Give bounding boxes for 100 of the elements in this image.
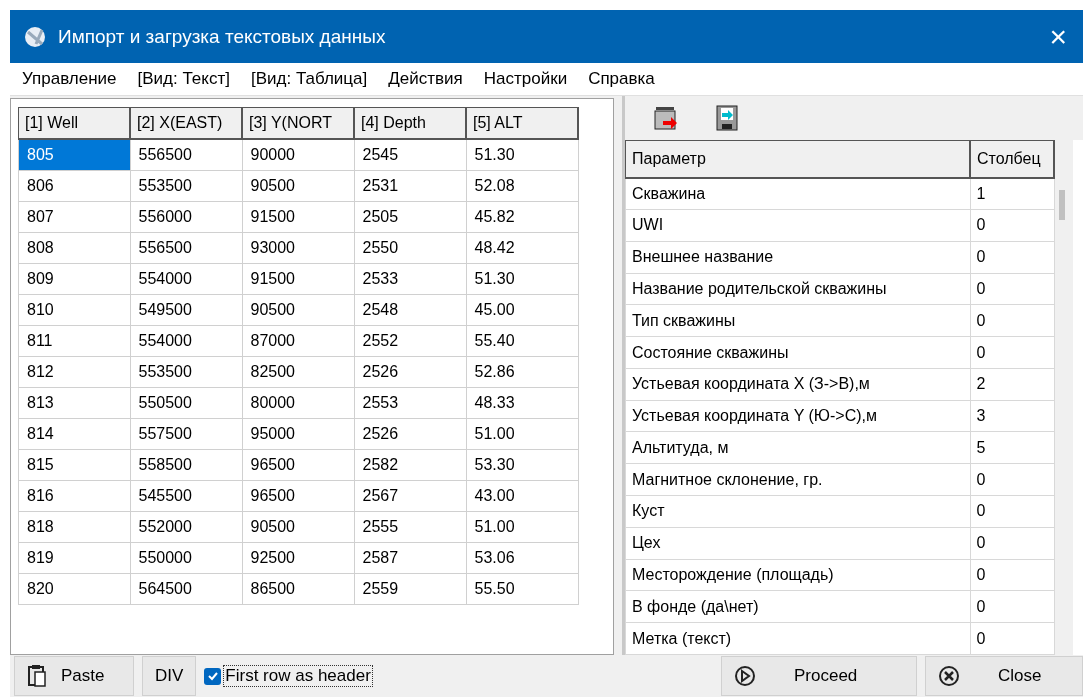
paste-button[interactable]: Paste — [14, 656, 134, 696]
table-cell: 96500 — [242, 480, 354, 512]
column-header[interactable]: [5] ALT — [466, 107, 578, 139]
table-cell: 2526 — [354, 418, 466, 450]
menu-item[interactable]: Справка — [588, 69, 655, 89]
table-cell: 2587 — [354, 542, 466, 574]
table-cell: 2533 — [354, 263, 466, 295]
table-cell: 0 — [970, 463, 1054, 496]
table-cell: 2 — [970, 368, 1054, 401]
close-dialog-button[interactable]: Close — [925, 656, 1083, 696]
table-cell: Устьевая координата Y (Ю->С),м — [625, 400, 970, 432]
table-cell: Внешнее название — [625, 241, 970, 274]
table-cell: 2582 — [354, 449, 466, 481]
table-cell: 3 — [970, 400, 1054, 432]
table-cell: Состояние скважины — [625, 336, 970, 369]
table-cell: 0 — [970, 273, 1054, 305]
table-cell: 2531 — [354, 170, 466, 202]
table-cell: 0 — [970, 559, 1054, 591]
table-cell: 53.30 — [466, 449, 578, 481]
load-toolbar-button[interactable] — [653, 105, 679, 131]
table-cell: 87000 — [242, 325, 354, 357]
table-cell: 545500 — [130, 480, 242, 512]
table-cell: 2550 — [354, 232, 466, 264]
window-title: Импорт и загрузка текстовых данных — [58, 25, 387, 48]
table-cell: 43.00 — [466, 480, 578, 512]
table-cell: 815 — [18, 449, 130, 481]
table-cell: 2505 — [354, 201, 466, 233]
menu-item[interactable]: Настройки — [483, 69, 568, 89]
table-cell: 556500 — [130, 139, 242, 171]
table-cell: 554000 — [130, 263, 242, 295]
cancel-icon — [938, 665, 960, 687]
table-cell: 820 — [18, 573, 130, 605]
table-cell: 0 — [970, 241, 1054, 274]
table-cell: 55.50 — [466, 573, 578, 605]
table-cell: 2553 — [354, 387, 466, 419]
table-cell: 812 — [18, 356, 130, 388]
table-cell: 808 — [18, 232, 130, 264]
table-cell: 809 — [18, 263, 130, 295]
table-cell: 819 — [18, 542, 130, 574]
table-cell: 0 — [970, 527, 1054, 560]
scrollbar[interactable] — [1055, 140, 1073, 655]
tray-arrow-icon — [653, 105, 679, 131]
column-header[interactable]: [3] Y(NORT — [242, 107, 354, 139]
table-cell: 0 — [970, 209, 1054, 242]
table-cell: 45.82 — [466, 201, 578, 233]
menu-item[interactable]: [Вид: Таблица] — [250, 69, 368, 89]
table-cell: 51.00 — [466, 511, 578, 543]
table-cell: 552000 — [130, 511, 242, 543]
table-cell: 811 — [18, 325, 130, 357]
table-cell: 550500 — [130, 387, 242, 419]
table-cell: Магнитное склонение, гр. — [625, 463, 970, 496]
table-cell: 93000 — [242, 232, 354, 264]
table-cell: 816 — [18, 480, 130, 512]
table-cell: 5 — [970, 432, 1054, 464]
table-cell: 0 — [970, 622, 1054, 655]
table-cell: 554000 — [130, 325, 242, 357]
table-cell: 0 — [970, 495, 1054, 528]
table-cell: 52.86 — [466, 356, 578, 388]
table-cell: 2559 — [354, 573, 466, 605]
table-cell: 805 — [18, 139, 130, 171]
table-cell: 45.00 — [466, 294, 578, 326]
table-cell: Альтитуда, м — [625, 432, 970, 464]
table-cell: 557500 — [130, 418, 242, 450]
table-cell: 96500 — [242, 449, 354, 481]
menu-item[interactable]: Действия — [388, 69, 463, 89]
column-header[interactable]: Параметр — [625, 140, 970, 178]
table-cell: 553500 — [130, 356, 242, 388]
table-cell: 564500 — [130, 573, 242, 605]
table-cell: 48.33 — [466, 387, 578, 419]
column-header[interactable]: [4] Depth — [354, 107, 466, 139]
table-cell: 807 — [18, 201, 130, 233]
table-cell: 806 — [18, 170, 130, 202]
table-cell: 53.06 — [466, 542, 578, 574]
table-cell: 814 — [18, 418, 130, 450]
table-cell: Название родительской скважины — [625, 273, 970, 305]
table-cell: Куст — [625, 495, 970, 528]
table-cell: 90500 — [242, 511, 354, 543]
table-cell: 0 — [970, 590, 1054, 623]
save-toolbar-button[interactable] — [715, 105, 739, 131]
table-cell: 92500 — [242, 542, 354, 574]
menu-item[interactable]: [Вид: Текст] — [137, 69, 230, 89]
proceed-button[interactable]: Proceed — [721, 656, 917, 696]
table-cell: Метка (текст) — [625, 622, 970, 655]
table-cell: 2526 — [354, 356, 466, 388]
column-header[interactable]: [1] Well — [18, 107, 130, 139]
close-button[interactable]: × — [1045, 16, 1071, 57]
div-button[interactable]: DIV — [142, 656, 197, 696]
table-cell: 0 — [970, 304, 1054, 337]
column-header[interactable]: [2] X(EAST) — [130, 107, 242, 139]
table-cell: 818 — [18, 511, 130, 543]
clipboard-icon — [27, 664, 47, 688]
table-cell: Месторождение (площадь) — [625, 559, 970, 591]
column-header[interactable]: Столбец — [970, 140, 1054, 178]
table-cell: 52.08 — [466, 170, 578, 202]
menu-item[interactable]: Управление — [22, 69, 117, 89]
table-cell: 55.40 — [466, 325, 578, 357]
table-cell: 91500 — [242, 201, 354, 233]
table-cell: 558500 — [130, 449, 242, 481]
table-cell: 91500 — [242, 263, 354, 295]
table-cell: 86500 — [242, 573, 354, 605]
